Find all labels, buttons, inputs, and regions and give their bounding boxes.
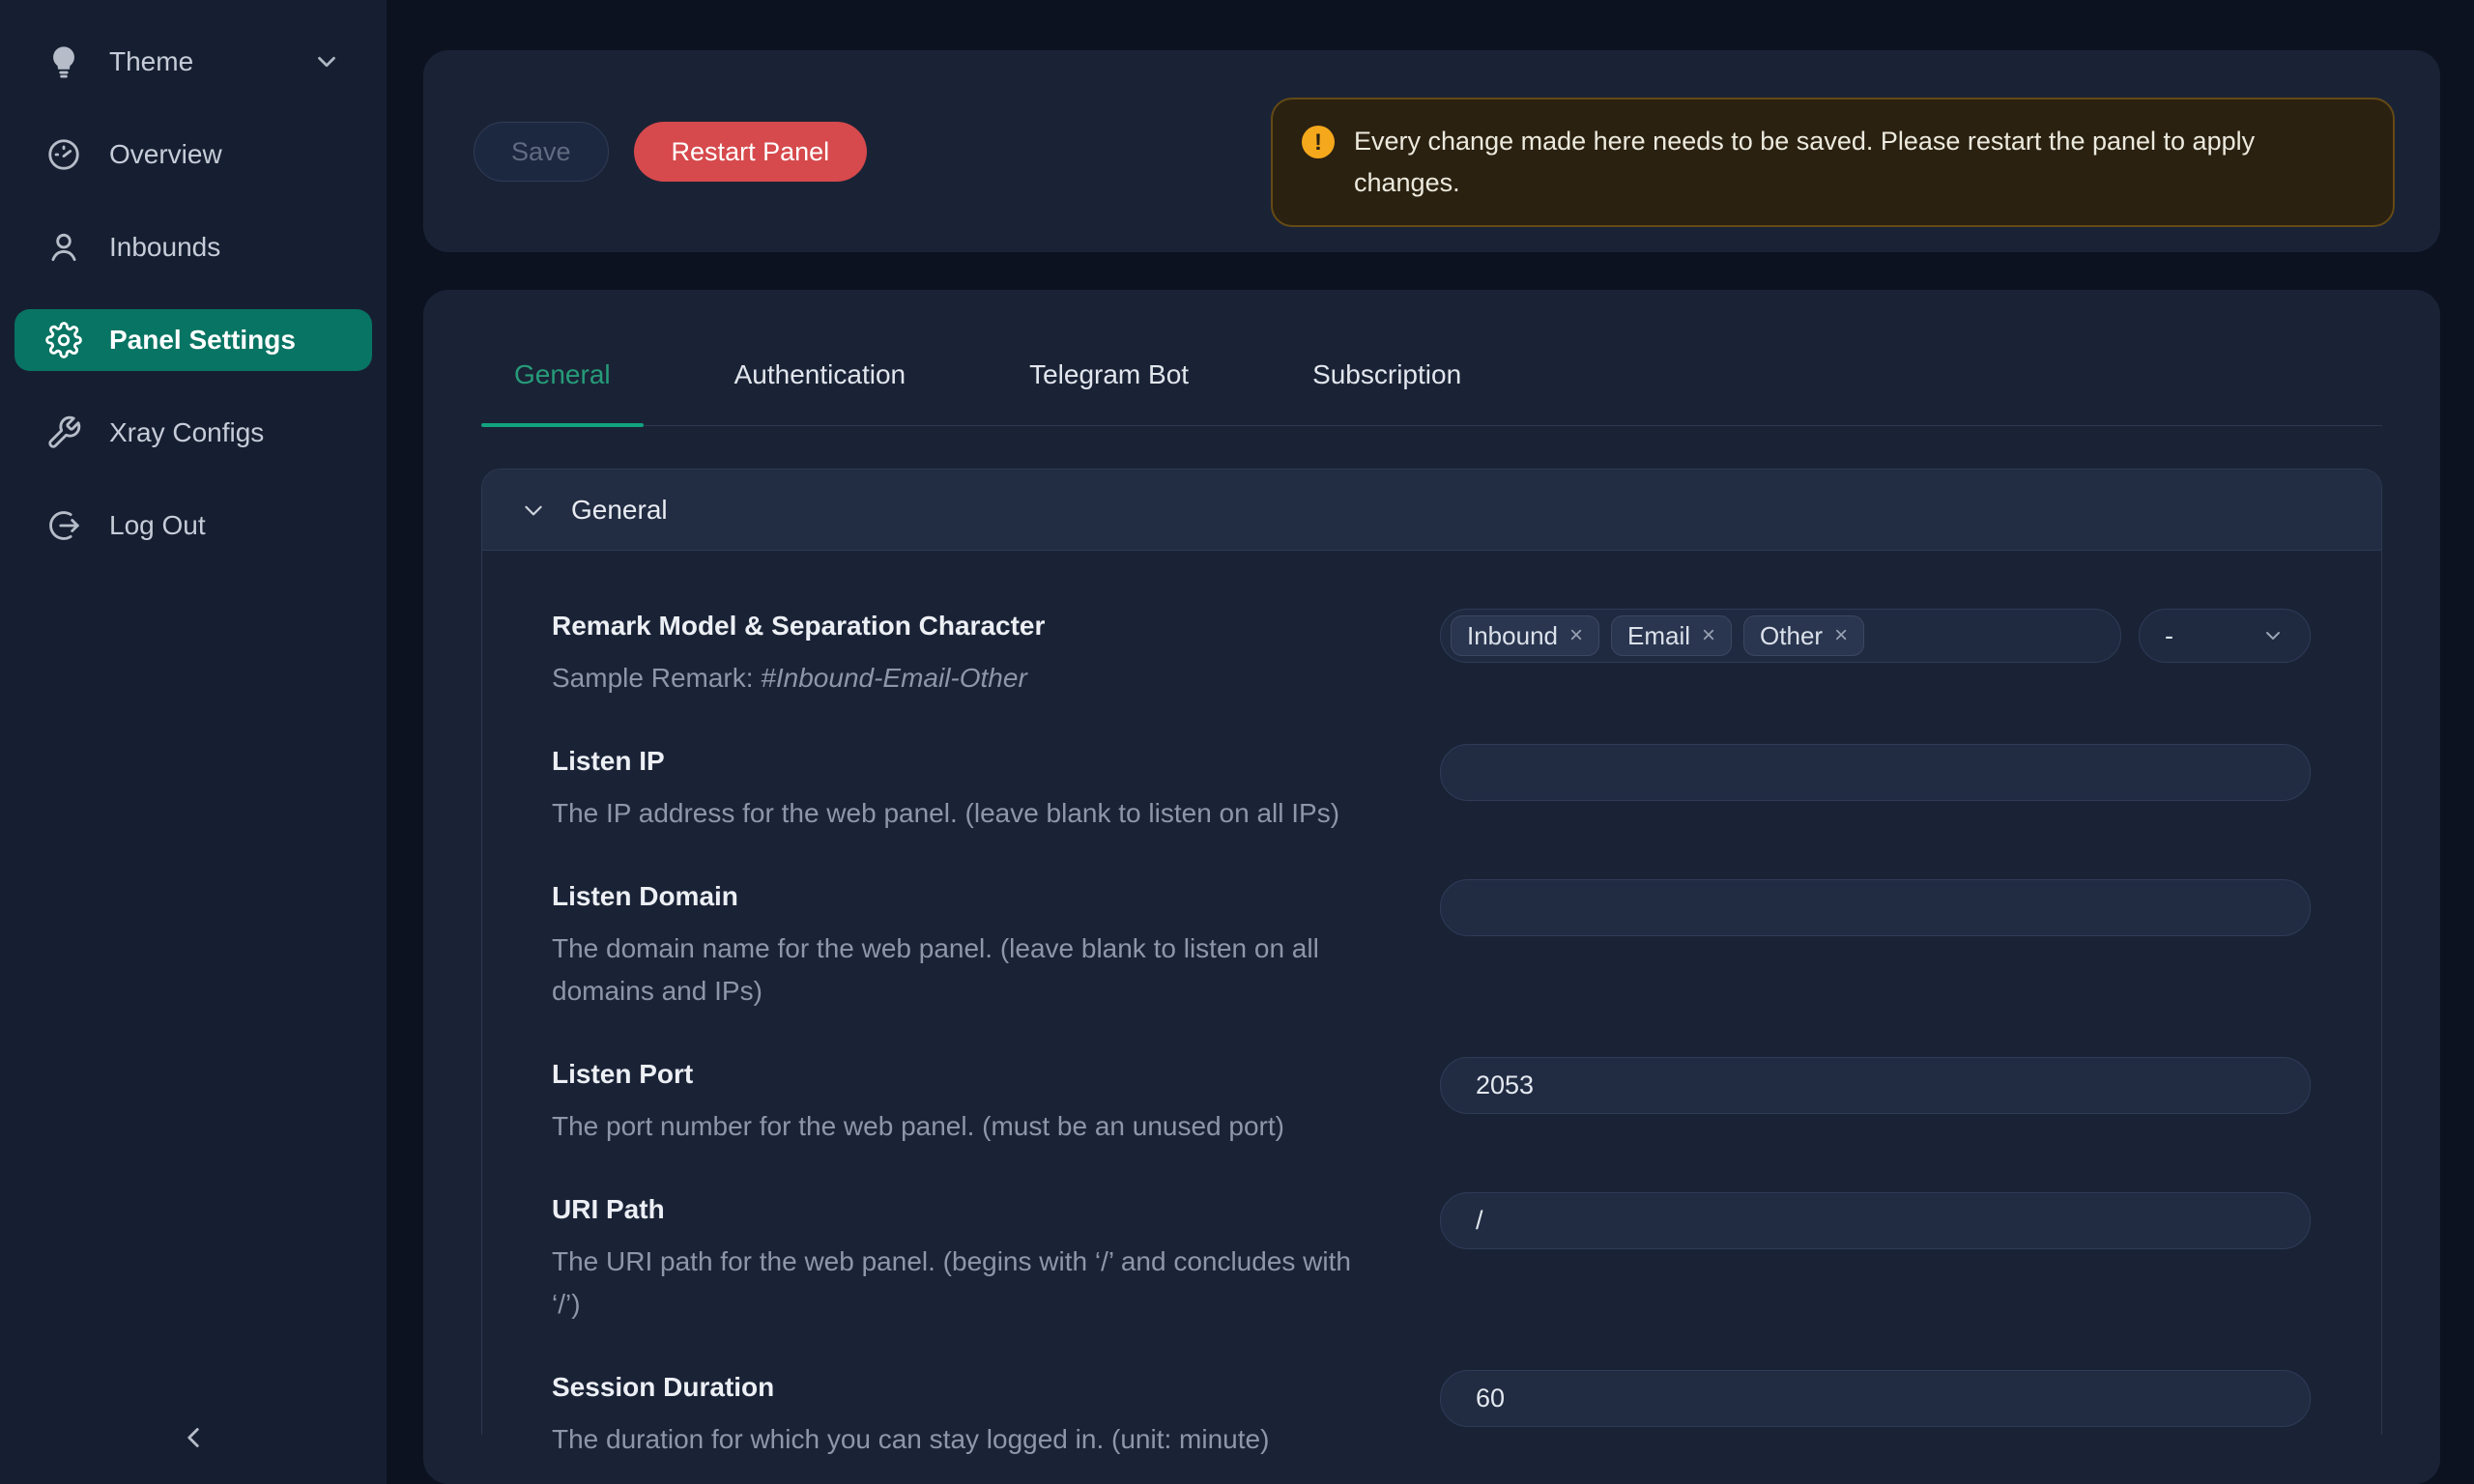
field-label: Remark Model & Separation Character — [552, 609, 1382, 643]
sidebar-item-label: Log Out — [109, 510, 341, 541]
settings-card: General Authentication Telegram Bot Subs… — [423, 290, 2440, 1484]
main-content: Save Restart Panel ! Every change made h… — [387, 0, 2474, 1484]
general-collapse-panel: General Remark Model & Separation Charac… — [481, 469, 2382, 1435]
toolbar-buttons: Save Restart Panel — [474, 122, 867, 182]
tab-authentication[interactable]: Authentication — [702, 359, 938, 425]
sidebar-item-log-out[interactable]: Log Out — [14, 495, 372, 556]
tab-telegram-bot[interactable]: Telegram Bot — [996, 359, 1222, 425]
sidebar-item-label: Panel Settings — [109, 325, 341, 356]
field-row-uri-path: URI Path The URI path for the web panel.… — [552, 1192, 2381, 1326]
sidebar-item-xray-configs[interactable]: Xray Configs — [14, 402, 372, 464]
sidebar-item-theme[interactable]: Theme — [14, 31, 372, 93]
field-description: The port number for the web panel. (must… — [552, 1105, 1382, 1148]
field-row-session-duration: Session Duration The duration for which … — [552, 1370, 2381, 1461]
warning-alert: ! Every change made here needs to be sav… — [1271, 98, 2395, 227]
close-icon[interactable]: × — [1569, 624, 1583, 647]
listen-ip-input[interactable] — [1440, 744, 2311, 801]
gear-icon — [45, 322, 82, 358]
general-collapse-header[interactable]: General — [482, 470, 2381, 551]
sidebar-item-inbounds[interactable]: Inbounds — [14, 216, 372, 278]
remark-model-multiselect[interactable]: Inbound × Email × Other × — [1440, 609, 2121, 663]
field-label: Listen Domain — [552, 879, 1382, 914]
tag-inbound: Inbound × — [1451, 615, 1599, 656]
field-row-listen-ip: Listen IP The IP address for the web pan… — [552, 744, 2381, 835]
sidebar-collapse-button[interactable] — [164, 1409, 222, 1467]
sidebar-item-label: Overview — [109, 139, 341, 170]
close-icon[interactable]: × — [1834, 624, 1848, 647]
chevron-down-icon — [312, 47, 341, 76]
sidebar-item-label: Inbounds — [109, 232, 341, 263]
wrench-icon — [45, 414, 82, 451]
general-panel-body: Remark Model & Separation Character Samp… — [482, 551, 2381, 1484]
sidebar-item-overview[interactable]: Overview — [14, 124, 372, 186]
tab-general[interactable]: General — [481, 359, 644, 425]
field-label: Session Duration — [552, 1370, 1382, 1405]
uri-path-input[interactable]: / — [1440, 1192, 2311, 1249]
logout-icon — [45, 507, 82, 544]
field-label: Listen Port — [552, 1057, 1382, 1092]
tab-subscription[interactable]: Subscription — [1280, 359, 1494, 425]
field-description: Sample Remark: #Inbound-Email-Other — [552, 657, 1382, 699]
chevron-down-icon — [521, 498, 546, 523]
field-description: The duration for which you can stay logg… — [552, 1418, 1382, 1461]
field-row-remark: Remark Model & Separation Character Samp… — [552, 609, 2381, 699]
warning-icon: ! — [1302, 126, 1335, 158]
chevron-left-icon — [177, 1421, 210, 1454]
separator-value: - — [2165, 621, 2173, 651]
panel-title: General — [571, 495, 668, 526]
tab-bar: General Authentication Telegram Bot Subs… — [481, 359, 2382, 426]
listen-port-input[interactable]: 2053 — [1440, 1057, 2311, 1114]
sidebar-item-label: Xray Configs — [109, 417, 341, 448]
toolbar-card: Save Restart Panel ! Every change made h… — [423, 50, 2440, 252]
save-button[interactable]: Save — [474, 122, 609, 182]
listen-domain-input[interactable] — [1440, 879, 2311, 936]
field-description: The domain name for the web panel. (leav… — [552, 928, 1382, 1013]
tag-other: Other × — [1743, 615, 1864, 656]
warning-alert-text: Every change made here needs to be saved… — [1354, 121, 2359, 204]
field-label: URI Path — [552, 1192, 1382, 1227]
separator-select[interactable]: - — [2139, 609, 2311, 663]
bulb-icon — [45, 43, 82, 80]
chevron-down-icon — [2261, 624, 2285, 647]
user-icon — [45, 229, 82, 266]
field-row-listen-port: Listen Port The port number for the web … — [552, 1057, 2381, 1148]
dashboard-icon — [45, 136, 82, 173]
sidebar-item-panel-settings[interactable]: Panel Settings — [14, 309, 372, 371]
sidebar: Theme Overview Inbounds Panel Settings — [0, 0, 387, 1484]
field-row-listen-domain: Listen Domain The domain name for the we… — [552, 879, 2381, 1013]
sidebar-item-label: Theme — [109, 46, 285, 77]
field-description: The URI path for the web panel. (begins … — [552, 1241, 1382, 1326]
tag-email: Email × — [1611, 615, 1732, 656]
restart-panel-button[interactable]: Restart Panel — [634, 122, 868, 182]
field-description: The IP address for the web panel. (leave… — [552, 792, 1382, 835]
sample-remark-value: #Inbound-Email-Other — [761, 663, 1026, 693]
session-duration-input[interactable]: 60 — [1440, 1370, 2311, 1427]
field-label: Listen IP — [552, 744, 1382, 779]
close-icon[interactable]: × — [1702, 624, 1715, 647]
